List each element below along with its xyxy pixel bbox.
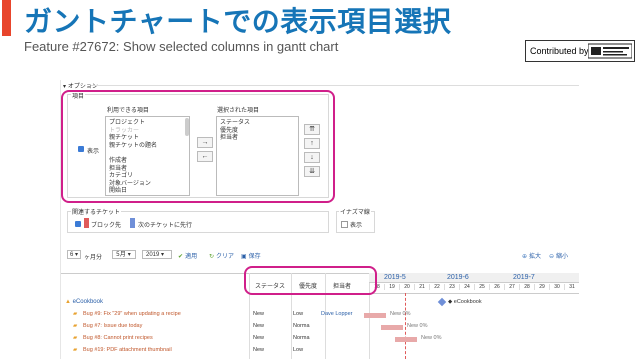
issue-icon: ▰ xyxy=(73,347,78,353)
columns-highlight xyxy=(61,90,335,203)
contributed-by-label: Contributed by xyxy=(530,46,589,56)
zoom-out-icon: ⊖ xyxy=(549,253,556,260)
relations-legend: 関連するチケット xyxy=(71,207,122,216)
project-icon: ▲ xyxy=(65,299,73,305)
issue-subject[interactable]: Bug #7: Issue due today xyxy=(83,323,142,329)
issue-subject[interactable]: Bug #19: PDF attachment thumbnail xyxy=(83,347,172,353)
issue-progress-label: New 0% xyxy=(407,323,428,329)
issue-subject[interactable]: Bug #8: Cannot print recipes xyxy=(83,335,153,341)
project-bar-name: eCookbook xyxy=(453,299,482,305)
project-row[interactable]: ▲ eCookbook xyxy=(65,299,103,305)
clear-label: クリア xyxy=(215,253,234,260)
month-header: 2019-7 xyxy=(513,274,535,281)
week-header: 24 xyxy=(459,284,474,290)
issue-status: New xyxy=(253,311,265,317)
week-header: 28 xyxy=(519,284,534,290)
precedes-color-swatch xyxy=(130,218,135,228)
save-label: 保存 xyxy=(248,253,261,260)
gantt-screenshot: ▾ オプション 項目 表示 利用できる項目 プロジェクト トラッカー 親チケット… xyxy=(60,80,579,359)
issue-icon: ▰ xyxy=(73,311,78,317)
week-header: 29 xyxy=(534,284,549,290)
clear-link[interactable]: ↻ クリア xyxy=(209,251,234,260)
issue-status: New xyxy=(253,323,265,329)
months-value: 6 xyxy=(70,252,74,258)
issue-icon: ▰ xyxy=(73,335,78,341)
precedes-label: 次のチケットに先行 xyxy=(138,222,193,229)
zoom-out-label: 縮小 xyxy=(555,253,568,260)
month-header: 2019-5 xyxy=(384,274,406,281)
apply-label: 適用 xyxy=(185,253,198,260)
year-select[interactable]: 2019 ▾ xyxy=(142,250,172,259)
issue-icon: ▰ xyxy=(73,323,78,329)
months-select[interactable]: 6 ▾ xyxy=(67,250,81,259)
issue-gantt-bar[interactable] xyxy=(364,313,386,318)
zoom-in-icon: ⊕ xyxy=(522,253,529,260)
issue-row[interactable]: ▰ Bug #7: Issue due today New Norma New 0% xyxy=(61,323,579,334)
month-header: 2019-6 xyxy=(447,274,469,281)
show-milestones-checkbox[interactable] xyxy=(341,221,348,228)
month-select[interactable]: 5月 ▾ xyxy=(112,250,136,259)
accent-bar xyxy=(2,0,11,36)
blocks-color-swatch xyxy=(84,218,89,228)
slide-subtitle: Feature #27672: Show selected columns in… xyxy=(24,39,339,54)
save-icon: ▣ xyxy=(241,253,249,260)
issue-priority: Low xyxy=(293,347,304,353)
zoom-in-label: 拡大 xyxy=(528,253,541,260)
week-header: 30 xyxy=(549,284,564,290)
project-bar-label: ◆ eCookbook xyxy=(448,299,482,305)
issue-priority: Norma xyxy=(293,335,310,341)
blocks-label: ブロック先 xyxy=(91,222,122,229)
apply-link[interactable]: ✔ 適用 xyxy=(178,251,197,260)
slide-title: ガントチャートでの表示項目選択 xyxy=(24,5,452,38)
issue-row[interactable]: ▰ Bug #19: PDF attachment thumbnail New Low xyxy=(61,347,579,358)
week-header: 27 xyxy=(504,284,519,290)
issue-gantt-bar[interactable] xyxy=(395,337,417,342)
issue-progress-label: New 0% xyxy=(421,335,442,341)
week-header: 26 xyxy=(489,284,504,290)
project-milestone-diamond xyxy=(437,297,447,307)
contributor-badge: Contributed by xyxy=(525,40,635,62)
zoom-out-link[interactable]: ⊖ 縮小 xyxy=(549,251,568,260)
months-suffix: ヶ月分 xyxy=(84,254,103,261)
week-header: 22 xyxy=(429,284,444,290)
gantt-weeks-bar: 18 19 20 21 22 23 24 25 26 27 28 29 30 31 xyxy=(369,283,579,294)
project-name: eCookbook xyxy=(72,299,103,305)
contributor-logo xyxy=(588,43,632,59)
issue-row[interactable]: ▰ Bug #8: Cannot print recipes New Norma New… xyxy=(61,335,579,346)
week-header: 23 xyxy=(444,284,459,290)
options-divider xyxy=(91,85,579,86)
issue-subject[interactable]: Bug #9: Fix "29" when updating a recipe xyxy=(83,311,181,317)
issue-assignee[interactable]: Dave Lopper xyxy=(321,311,353,317)
month-value: 5月 xyxy=(116,251,126,258)
issue-gantt-bar[interactable] xyxy=(381,325,403,330)
reload-icon: ↻ xyxy=(209,253,216,260)
zoom-in-link[interactable]: ⊕ 拡大 xyxy=(522,251,541,260)
issue-row[interactable]: ▰ Bug #9: Fix "29" when updating a recipe… xyxy=(61,311,579,322)
year-value: 2019 xyxy=(146,252,160,258)
gantt-columns-highlight xyxy=(244,266,377,295)
issue-status: New xyxy=(253,335,265,341)
save-link[interactable]: ▣ 保存 xyxy=(241,251,261,260)
week-header: 19 xyxy=(384,284,399,290)
issue-status: New xyxy=(253,347,265,353)
week-header: 31 xyxy=(564,284,579,290)
issue-progress-label: New 0% xyxy=(390,311,411,317)
milestones-legend: イナズマ線 xyxy=(339,207,371,216)
week-header: 20 xyxy=(399,284,414,290)
week-header: 25 xyxy=(474,284,489,290)
milestones-show-label: 表示 xyxy=(350,222,363,229)
issue-priority: Norma xyxy=(293,323,310,329)
show-blocks-checkbox[interactable] xyxy=(75,221,81,227)
week-header: 21 xyxy=(414,284,429,290)
issue-priority: Low xyxy=(293,311,304,317)
